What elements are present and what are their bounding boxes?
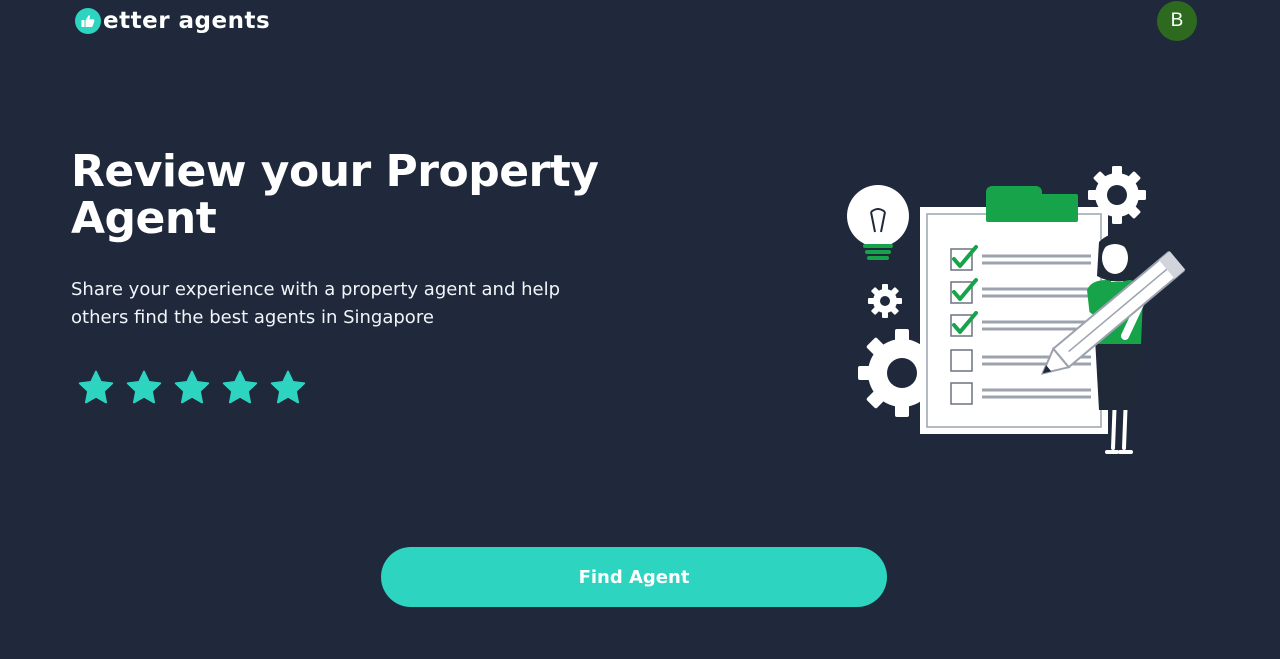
review-illustration — [847, 166, 1186, 454]
gear-icon — [868, 284, 902, 318]
find-agent-button[interactable]: Find Agent — [381, 547, 887, 607]
logo[interactable]: etter agents — [75, 6, 270, 36]
thumbs-up-icon — [75, 8, 101, 34]
avatar[interactable]: B — [1157, 1, 1197, 41]
logo-text: etter agents — [103, 8, 271, 34]
star-icon — [174, 370, 210, 404]
star-icon — [222, 370, 258, 404]
hero-subtitle: Share your experience with a property ag… — [71, 279, 560, 328]
page-title: Review your Property Agent — [71, 146, 599, 244]
star-icon — [126, 370, 162, 404]
star-icon — [270, 370, 306, 404]
lightbulb-icon — [847, 185, 909, 260]
rating-stars — [76, 368, 308, 408]
star-icon — [78, 370, 114, 404]
